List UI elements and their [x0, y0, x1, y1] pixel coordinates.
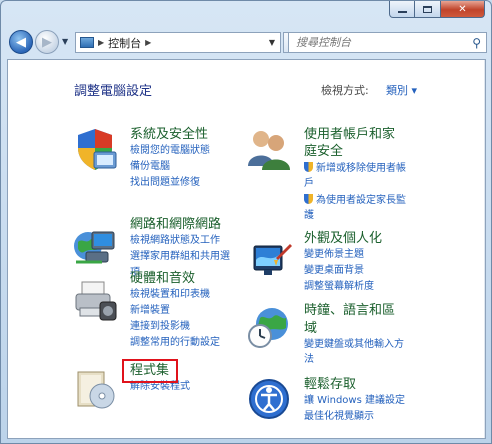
category-link[interactable]: 檢視裝置和印表機 — [130, 288, 210, 301]
category-link[interactable]: 新增裝置 — [130, 304, 170, 317]
forward-button[interactable]: ▶ — [35, 30, 59, 54]
view-by-dropdown[interactable]: 類別 ▾ — [386, 82, 417, 98]
clock-globe-icon[interactable] — [246, 304, 292, 350]
category-title-continued[interactable]: 域 — [304, 320, 317, 337]
category-link[interactable]: 選擇家用群組和共用選 — [130, 250, 230, 263]
category-link[interactable]: 檢閱您的電腦狀態 — [130, 144, 210, 157]
category-link-continued[interactable]: 護 — [304, 209, 314, 222]
category-title-continued[interactable]: 庭安全 — [304, 143, 343, 160]
address-dropdown-icon[interactable]: ▼ — [269, 38, 275, 47]
search-icon[interactable]: ⚲ — [472, 36, 481, 50]
category-link[interactable]: 新增或移除使用者帳 — [304, 162, 406, 175]
caption-buttons: ✕ — [389, 1, 485, 18]
category-link[interactable]: 最佳化視覺顯示 — [304, 410, 374, 423]
search-box[interactable]: ⚲ — [288, 32, 487, 53]
category-title[interactable]: 時鐘、語言和區 — [304, 302, 395, 319]
shield-icon[interactable] — [72, 126, 118, 172]
category-link[interactable]: 找出問題並修復 — [130, 176, 200, 189]
category-link[interactable]: 為使用者設定家長監 — [304, 194, 406, 207]
printer-icon[interactable] — [72, 278, 118, 324]
category-title[interactable]: 系統及安全性 — [130, 126, 208, 143]
category-link[interactable]: 檢視網路狀態及工作 — [130, 234, 220, 247]
recent-pages-dropdown[interactable]: ▼ — [62, 37, 68, 46]
programs-highlight-box — [122, 359, 178, 383]
view-by-label: 檢視方式: — [321, 84, 369, 97]
back-button[interactable]: ◀ — [9, 30, 33, 54]
category-link[interactable]: 讓 Windows 建議設定 — [304, 394, 405, 407]
category-link-continued[interactable]: 法 — [304, 353, 314, 366]
users-icon[interactable] — [246, 126, 292, 172]
forward-arrow-icon: ▶ — [42, 34, 52, 50]
category-link[interactable]: 連接到投影機 — [130, 320, 190, 333]
minimize-icon — [397, 10, 407, 13]
category-link[interactable]: 調整常用的行動設定 — [130, 336, 220, 349]
category-title[interactable]: 硬體和音效 — [130, 270, 195, 287]
chevron-right-icon[interactable]: ▶ — [98, 38, 104, 47]
category-title[interactable]: 輕鬆存取 — [304, 376, 356, 393]
appearance-paint-icon[interactable] — [246, 238, 292, 284]
category-link[interactable]: 備份電腦 — [130, 160, 170, 173]
close-button[interactable]: ✕ — [441, 1, 485, 18]
category-link[interactable]: 變更鍵盤或其他輸入方 — [304, 338, 404, 351]
control-panel-icon — [80, 37, 94, 48]
content-pane: 調整電腦設定 檢視方式: 類別 ▾ 系統及安全性 檢閱您的電腦狀態 備份電腦 找… — [7, 59, 486, 439]
category-title[interactable]: 外觀及個人化 — [304, 230, 382, 247]
minimize-button[interactable] — [389, 1, 415, 18]
category-title[interactable]: 網路和網際網路 — [130, 216, 221, 233]
category-title[interactable]: 使用者帳戶和家 — [304, 126, 395, 143]
network-globe-icon[interactable] — [72, 224, 118, 270]
uac-shield-icon — [304, 162, 313, 172]
category-link-continued[interactable]: 戶 — [304, 177, 314, 190]
maximize-icon — [423, 5, 432, 13]
back-arrow-icon: ◀ — [16, 34, 26, 50]
uac-shield-icon — [304, 194, 313, 204]
ease-of-access-icon[interactable] — [246, 376, 292, 422]
page-title: 調整電腦設定 — [74, 84, 153, 99]
address-bar[interactable]: ▶ 控制台 ▶ ▼ — [75, 32, 281, 53]
category-link[interactable]: 變更佈景主題 — [304, 248, 364, 261]
close-icon: ✕ — [458, 3, 467, 15]
breadcrumb-control-panel[interactable]: 控制台 — [108, 35, 141, 51]
programs-disc-icon[interactable] — [72, 366, 118, 412]
category-link[interactable]: 調整螢幕解析度 — [304, 280, 374, 293]
maximize-button[interactable] — [415, 1, 441, 18]
pane-edge — [484, 60, 485, 438]
chevron-right-icon[interactable]: ▶ — [145, 38, 151, 47]
category-link[interactable]: 變更桌面背景 — [304, 264, 364, 277]
search-input[interactable] — [294, 35, 458, 50]
control-panel-window: ✕ ◀ ▶ ▼ ▶ 控制台 ▶ ▼ ↻ ⚲ 調整電腦設定 檢視方式: 類別 ▾ — [0, 0, 492, 444]
navigation-bar: ◀ ▶ ▼ ▶ 控制台 ▶ ▼ ↻ ⚲ — [7, 29, 487, 57]
